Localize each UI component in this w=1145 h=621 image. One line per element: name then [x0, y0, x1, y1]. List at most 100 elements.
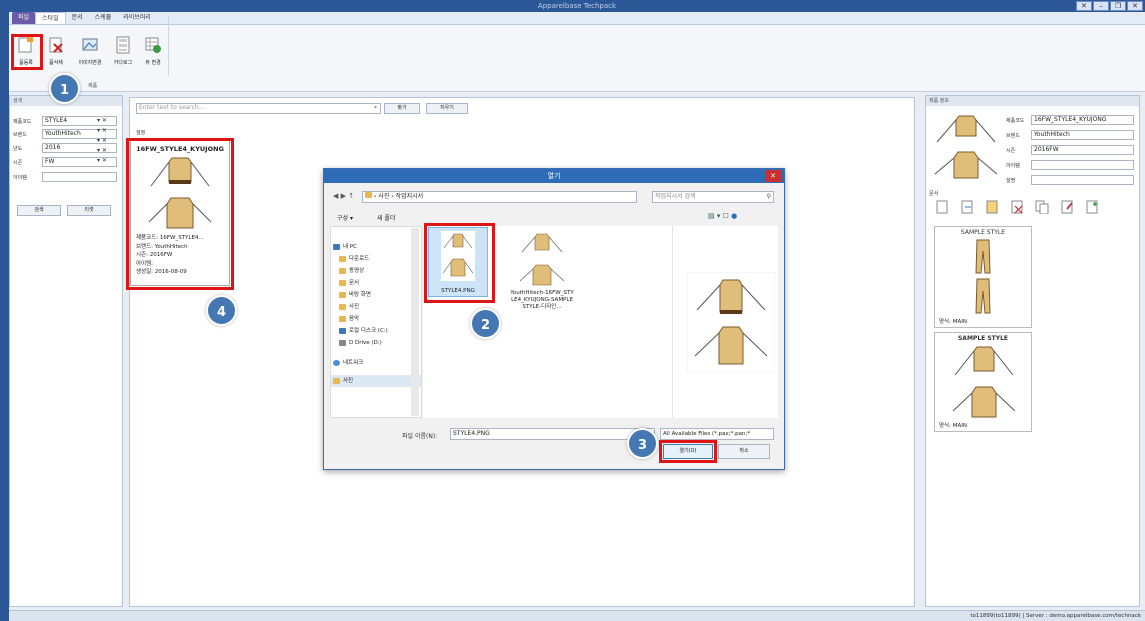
image-file-icon-2 [519, 233, 565, 286]
nav-item-pictures[interactable]: 사진 [331, 301, 421, 313]
cancel-button[interactable]: 취소 [718, 444, 770, 459]
add-doc-icon[interactable] [1085, 200, 1099, 214]
title-bar: Apparelbase Techpack ✕ – ❐ ✕ [9, 0, 1145, 12]
info-brand-field[interactable]: YouthHitech [1031, 130, 1134, 140]
delete-document-icon [49, 37, 63, 53]
file-item-youthhitech[interactable]: YouthHitech-16FW_STYLE4_KYUJONG-SAMPLE S… [508, 227, 576, 327]
minimize-button[interactable]: – [1093, 1, 1109, 11]
back-icon[interactable]: ◀ [333, 192, 338, 200]
find-button[interactable]: 찾기 [384, 103, 420, 114]
doc-card-2-title: SAMPLE STYLE [957, 335, 1009, 342]
desktop-icon [339, 292, 346, 298]
window-left-edge [0, 0, 9, 621]
dialog-close-button[interactable]: ✕ [765, 170, 781, 182]
status-text: to11899(to11899) | Server : demo.apparel… [970, 613, 1141, 619]
nav-item-pc[interactable]: 내 PC [331, 241, 421, 253]
app-title: Apparelbase Techpack [537, 2, 617, 10]
nav-label-downloads: 다운로드 [349, 256, 370, 262]
step-badge-4: 4 [206, 295, 237, 326]
pants-sketch-icon [975, 239, 991, 314]
tab-style[interactable]: 스타일 [35, 12, 66, 24]
doc-card-1-title: SAMPLE STYLE [960, 229, 1006, 236]
open-doc-icon[interactable] [960, 200, 974, 214]
d-drive-icon [339, 340, 346, 346]
image-icon [82, 38, 98, 51]
pictures-icon [339, 304, 346, 310]
highlight-box-3 [659, 440, 717, 463]
window-close-icon[interactable]: ✕ [1076, 1, 1092, 11]
search-button[interactable]: 검색 [17, 205, 61, 216]
view-options[interactable]: ▤ ▾ ☐ ● [708, 212, 737, 220]
nav-label-pc: 내 PC [343, 244, 357, 250]
nav-item-d-drive[interactable]: D Drive (D:) [331, 337, 421, 349]
nav-tree: 내 PC 다운로드 동영상 문서 바탕 화면 사진 음악 로컬 디스크 (C:)… [331, 241, 421, 387]
nav-label-d-drive: D Drive (D:) [349, 340, 382, 346]
drive-icon [339, 328, 346, 334]
up-icon[interactable]: ↑ [348, 192, 354, 200]
jacket-sketch-icon-2 [952, 346, 1016, 418]
file-name-youthhitech: YouthHitech-16FW_STYLE4_KYUJONG-SAMPLE S… [510, 290, 574, 310]
info-season-field[interactable]: 2016FW [1031, 145, 1134, 155]
nav-item-downloads[interactable]: 다운로드 [331, 253, 421, 265]
new-folder-button[interactable]: 새 폴더 [377, 213, 395, 222]
item-field[interactable] [42, 172, 117, 182]
delete-product-label: 품삭제 [49, 60, 63, 66]
reset-button[interactable]: 리셋 [67, 205, 111, 216]
forward-icon[interactable]: ▶ [341, 192, 346, 200]
info-code-field[interactable]: 16FW_STYLE4_KYUJONG [1031, 115, 1134, 125]
downloads-icon [339, 256, 346, 262]
nav-item-network[interactable]: 네트워크 [331, 357, 421, 369]
catalog-icon [116, 36, 130, 54]
doc-card-2[interactable]: SAMPLE STYLE 양식: MAIN [934, 332, 1032, 432]
nav-item-pictures-2[interactable]: 사진 [331, 375, 421, 387]
center-search-placeholder: Enter text to search... [139, 104, 205, 111]
center-search-input[interactable]: Enter text to search... ▾ [136, 103, 381, 114]
info-item-field[interactable] [1031, 160, 1134, 170]
tab-file[interactable]: 파일 [12, 12, 36, 24]
dialog-search-input[interactable]: 작업지시서 검색 ⚲ [652, 191, 774, 203]
duplicate-doc-icon[interactable] [1035, 200, 1049, 214]
doc-card-2-caption: 양식: MAIN [939, 421, 967, 429]
nav-label-network: 네트워크 [343, 360, 364, 366]
delete-product-button[interactable]: 품삭제 [42, 36, 70, 76]
highlight-box-2 [424, 223, 495, 303]
nav-item-documents[interactable]: 문서 [331, 277, 421, 289]
nav-scrollbar[interactable] [411, 228, 419, 416]
tab-library[interactable]: 라이브러리 [117, 12, 157, 24]
maximize-button[interactable]: ❐ [1110, 1, 1126, 11]
nav-label-documents: 문서 [349, 280, 360, 286]
nav-label-pictures: 사진 [349, 304, 360, 310]
ribbon: 파일 스타일 문서 스케쥴 라이브러리 [9, 12, 1145, 92]
edit-doc-icon[interactable] [1060, 200, 1074, 214]
nav-item-videos[interactable]: 동영상 [331, 265, 421, 277]
change-view-button[interactable]: 뷰 변경 [139, 36, 167, 76]
doc-card-1-caption-label: 양식: [939, 319, 951, 325]
info-code-value: 16FW_STYLE4_KYUJONG [1034, 116, 1107, 123]
info-desc-field[interactable] [1031, 175, 1134, 185]
search-icon: ⚲ [766, 193, 771, 200]
view-icon [145, 37, 161, 53]
catalog-button[interactable]: 카다로그 [109, 36, 137, 76]
music-icon [339, 316, 346, 322]
nav-item-local-disk[interactable]: 로컬 디스크 (C:) [331, 325, 421, 337]
status-bar: to11899(to11899) | Server : demo.apparel… [9, 610, 1145, 621]
change-view-label: 뷰 변경 [145, 60, 161, 66]
nav-item-desktop[interactable]: 바탕 화면 [331, 289, 421, 301]
tab-schedule[interactable]: 스케쥴 [89, 12, 118, 24]
nav-item-music[interactable]: 음악 [331, 313, 421, 325]
doc-card-1[interactable]: SAMPLE STYLE 양식: MAIN [934, 226, 1032, 328]
change-image-button[interactable]: 이미지변경 [74, 36, 106, 76]
organize-button[interactable]: 구성 ▾ [337, 213, 353, 222]
delete-doc-icon[interactable] [1010, 200, 1024, 214]
help-icon: ● [731, 212, 738, 220]
copy-doc-icon[interactable] [985, 200, 999, 214]
season-field-value: FW [45, 158, 55, 165]
new-doc-icon[interactable] [935, 200, 949, 214]
network-icon [333, 360, 340, 366]
file-type-select[interactable]: All Available Files (*.pax;*.pan;* [660, 428, 774, 440]
tab-document[interactable]: 문서 [66, 12, 89, 24]
filename-input[interactable]: STYLE4.PNG [450, 428, 655, 440]
close-button[interactable]: ✕ [1127, 1, 1143, 11]
address-bar[interactable]: › 사진 › 작업지시서 [362, 191, 637, 203]
clear-button[interactable]: 지우기 [426, 103, 468, 114]
